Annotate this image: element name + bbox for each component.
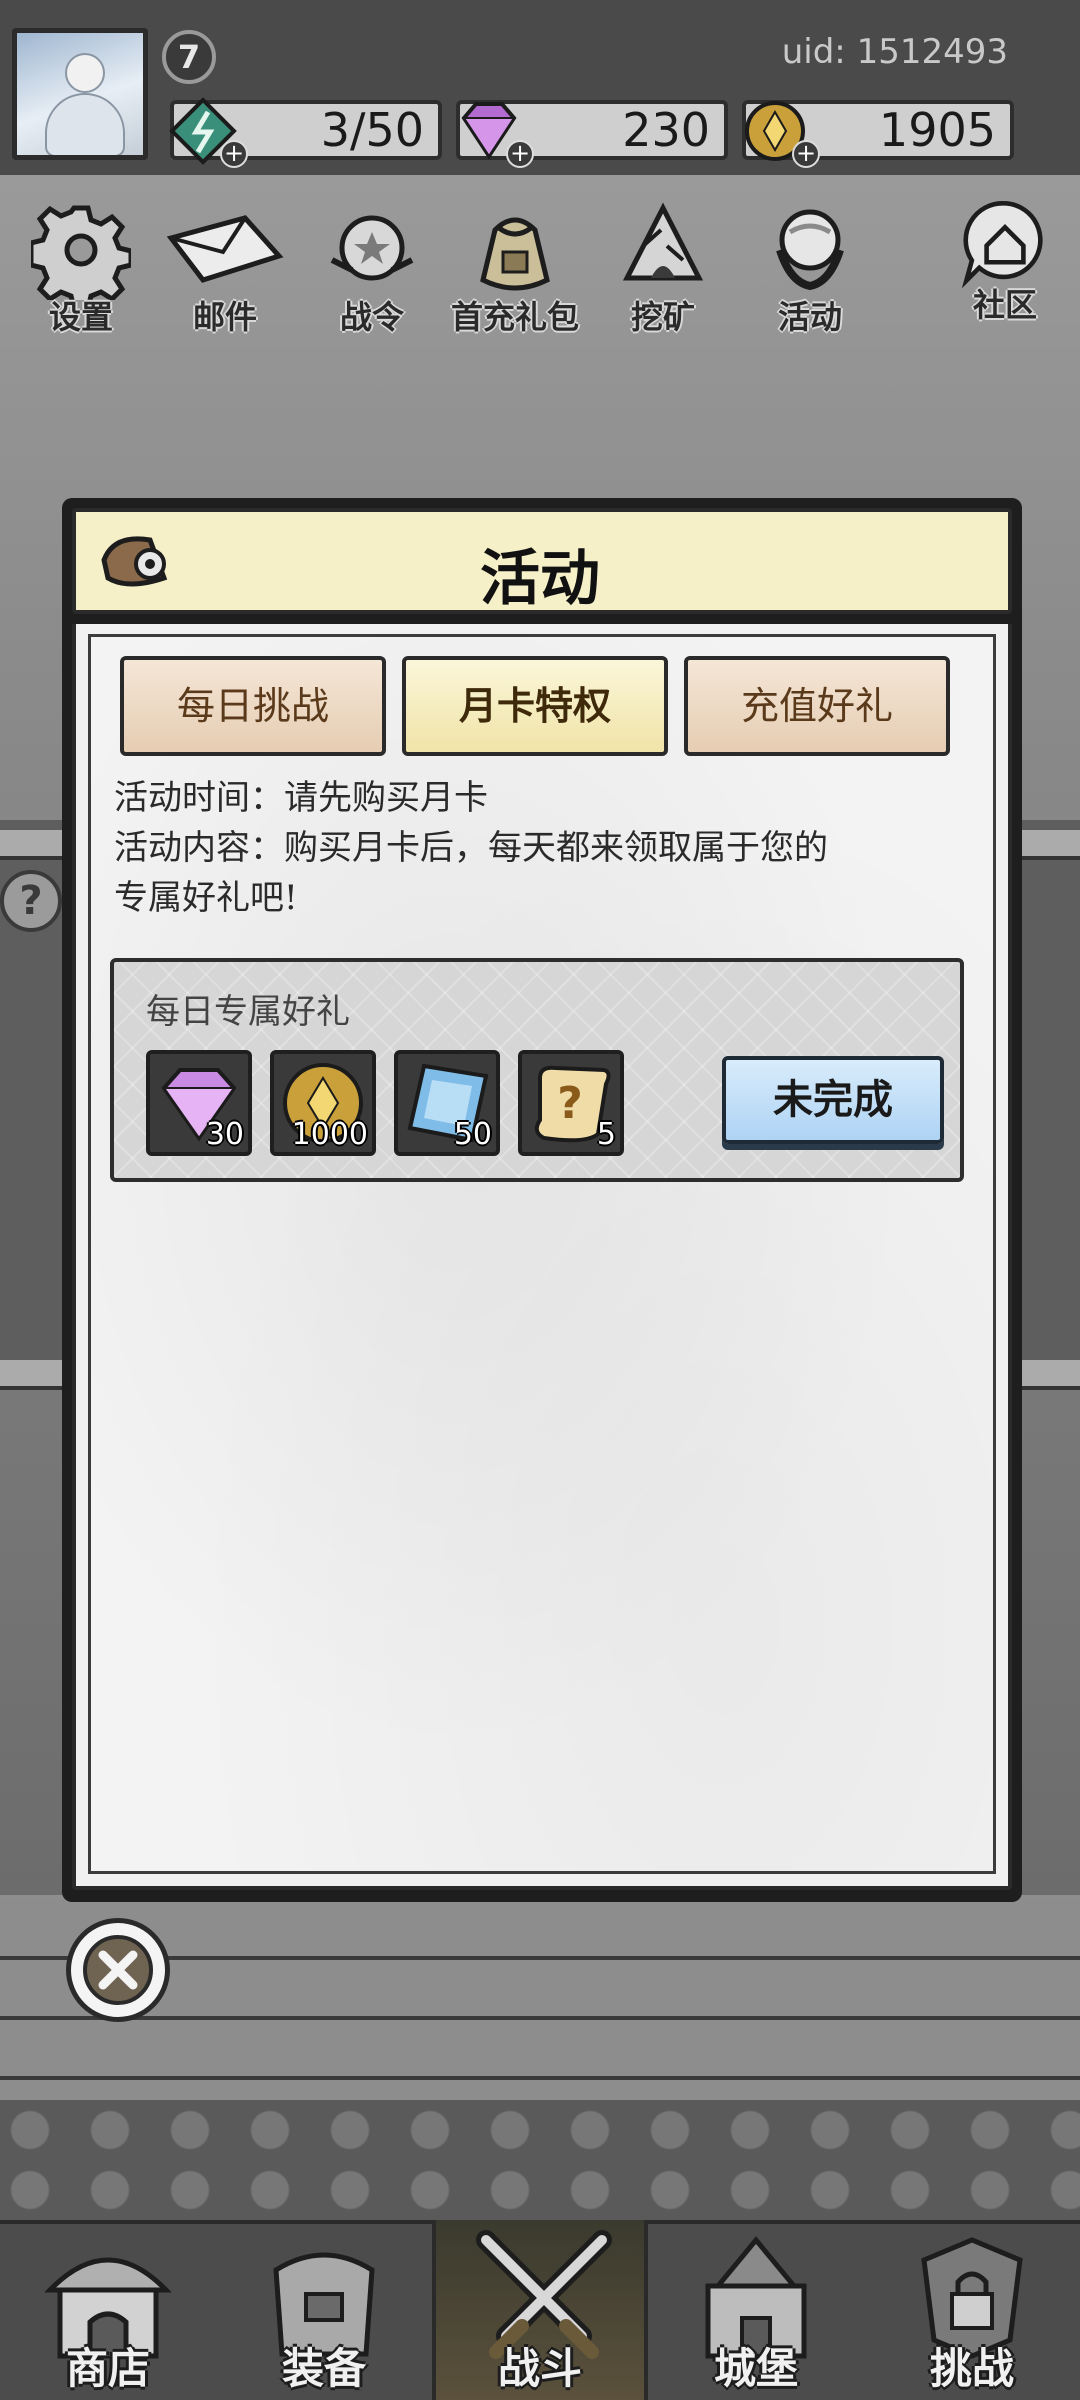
mail-icon	[166, 215, 284, 283]
reward-panel-title: 每日专属好礼	[146, 992, 350, 1032]
player-avatar[interactable]	[12, 28, 148, 160]
tab-monthly-card[interactable]: 月卡特权	[402, 656, 668, 756]
bottomnav-label: 挑战	[929, 2344, 1014, 2393]
topnav-mail[interactable]: 邮件	[160, 200, 290, 340]
mining-icon	[622, 202, 704, 281]
bottomnav-battle[interactable]: 战斗	[432, 2220, 648, 2400]
add-gold-button[interactable]: +	[792, 140, 820, 168]
reward-slot-mystery[interactable]: ? 5	[518, 1050, 624, 1156]
activity-content-continued: 专属好礼吧!	[114, 878, 298, 918]
bottomnav-label: 战斗	[497, 2344, 582, 2393]
tab-recharge-gift[interactable]: 充值好礼	[684, 656, 950, 756]
battle-pass-icon	[330, 215, 414, 281]
reward-count: 5	[596, 1117, 616, 1152]
bottomnav-label: 城堡	[713, 2344, 798, 2393]
reward-slot-gold[interactable]: 1000	[270, 1050, 376, 1156]
help-button[interactable]: ?	[0, 870, 62, 932]
gear-icon	[28, 205, 134, 311]
community-home-icon	[961, 201, 1043, 289]
close-icon-bg	[83, 1935, 153, 2005]
gem-counter[interactable]: + 230	[456, 100, 728, 168]
reward-slot-gems[interactable]: 30	[146, 1050, 252, 1156]
energy-counter[interactable]: + 3/50	[169, 97, 442, 168]
bottomnav-label: 装备	[281, 2344, 366, 2393]
topnav-community[interactable]: 社区	[950, 196, 1060, 336]
topnav-first-recharge[interactable]: 首充礼包	[440, 200, 590, 340]
gold-value: 1905	[878, 103, 996, 157]
player-uid: uid: 1512493	[781, 32, 1008, 72]
modal-title: 活动	[480, 544, 600, 614]
bottomnav-shop[interactable]: 商店	[0, 2220, 216, 2400]
bottomnav-label: 商店	[65, 2344, 150, 2393]
activity-content: 活动内容：购买月卡后，每天都来领取属于您的	[114, 828, 828, 868]
reward-count: 1000	[291, 1117, 368, 1152]
claim-status-button[interactable]: 未完成	[722, 1056, 944, 1144]
scene-floor	[0, 1900, 1080, 2100]
reward-count: 30	[205, 1117, 244, 1152]
event-wreath-icon	[776, 209, 844, 291]
gift-bag-icon	[480, 217, 550, 291]
topnav-settings[interactable]: 设置	[26, 200, 136, 340]
scene-cobblestones	[0, 2100, 1080, 2220]
topnav-label: 首充礼包	[450, 298, 579, 336]
bottomnav-equipment[interactable]: 装备	[216, 2220, 432, 2400]
avatar-head	[65, 53, 105, 93]
energy-value: 3/50	[320, 103, 424, 157]
close-modal-button[interactable]	[66, 1918, 170, 2022]
scene-ledge	[0, 1360, 70, 1390]
reward-count: 50	[453, 1117, 492, 1152]
add-energy-button[interactable]: +	[220, 140, 248, 168]
svg-text:?: ?	[557, 1078, 583, 1129]
close-icon	[98, 1950, 138, 1990]
bottomnav-castle[interactable]: 城堡	[648, 2220, 864, 2400]
scene-ledge	[0, 830, 70, 860]
topnav-events[interactable]: 活动	[750, 200, 870, 340]
topnav-mining[interactable]: 挖矿	[608, 200, 718, 340]
player-level-badge: 7	[162, 30, 216, 84]
avatar-figure	[45, 93, 125, 155]
gold-counter[interactable]: + 1905	[742, 100, 1014, 168]
activity-time: 活动时间：请先购买月卡	[114, 778, 488, 818]
add-gems-button[interactable]: +	[506, 140, 534, 168]
tab-daily-challenge[interactable]: 每日挑战	[120, 656, 386, 756]
reward-slot-crystal[interactable]: 50	[394, 1050, 500, 1156]
topnav-battle-pass[interactable]: 战令	[312, 200, 432, 340]
gem-value: 230	[622, 103, 710, 157]
bottomnav-challenge[interactable]: 挑战	[864, 2220, 1080, 2400]
